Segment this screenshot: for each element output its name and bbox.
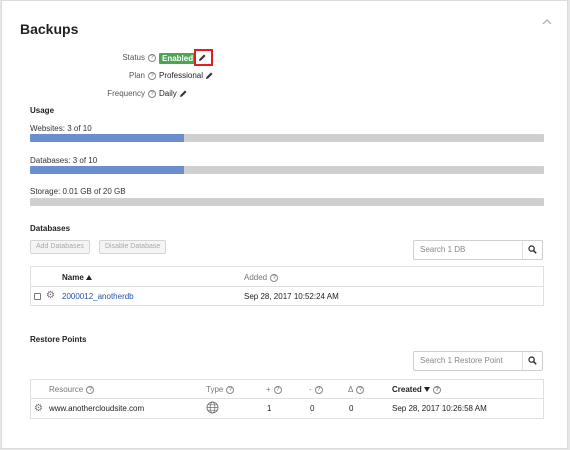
rp-col-type-header[interactable]: Type? [206,385,235,394]
status-label: Status [122,53,145,62]
resource-help-icon[interactable]: ? [86,385,95,394]
type-help-icon[interactable]: ? [226,385,235,394]
backups-panel: Backups Status? Enabled Plan? Profession… [1,0,568,449]
status-badge: Enabled [159,53,197,64]
globe-icon [206,401,219,416]
status-help-icon[interactable]: ? [148,53,156,62]
frequency-label-wrap: Frequency? [107,89,156,98]
rp-col-resource-label: Resource [49,385,84,394]
db-col-name-header[interactable]: Name [62,273,93,282]
rp-row-resource: www.anothercloudsite.com [49,404,145,413]
plus-help-icon[interactable]: ? [273,385,282,394]
databases-search [413,240,543,260]
frequency-label: Frequency [107,89,145,98]
rp-col-delta-header[interactable]: Δ? [348,385,365,394]
rp-col-minus-label: - [309,385,312,394]
plan-label: Plan [128,71,145,80]
restore-points-heading: Restore Points [30,335,87,344]
db-row-checkbox[interactable] [34,293,41,300]
usage-storage-label: Storage: 0.01 GB of 20 GB [30,187,126,196]
gear-icon[interactable]: ⚙ [34,404,43,414]
plan-row: Plan? [62,70,156,82]
restore-search [413,351,543,371]
status-row: Status? [62,52,156,64]
usage-websites-bar [30,134,544,142]
rp-col-delta-label: Δ [348,385,354,394]
created-help-icon[interactable]: ? [433,385,442,394]
plan-help-icon[interactable]: ? [148,71,156,80]
restore-points-table: Resource? Type? +? -? Δ? Created ? ⚙ www… [30,379,544,419]
usage-heading: Usage [30,106,55,115]
caret-down-icon [422,385,431,394]
rp-header-divider [31,398,543,399]
collapse-chevron-up-icon[interactable] [542,16,552,28]
databases-heading: Databases [30,224,71,233]
disable-database-button[interactable]: Disable Database [99,240,167,254]
restore-search-input[interactable] [420,356,520,365]
usage-databases-label: Databases: 3 of 10 [30,156,98,165]
db-col-added-label: Added [244,273,268,282]
db-col-name-label: Name [62,273,84,282]
databases-search-input[interactable] [420,245,520,254]
databases-table: Name Added? ⚙ 2000012_anotherdb Sep 28, … [30,266,544,306]
status-edit-pencil-icon[interactable] [198,53,207,64]
db-row-name-link[interactable]: 2000012_anotherdb [62,292,134,301]
page-title: Backups [20,21,79,37]
restore-search-button[interactable] [522,352,542,370]
rp-col-minus-header[interactable]: -? [309,385,323,394]
db-col-added-header[interactable]: Added? [244,273,279,282]
frequency-value: Daily [159,89,177,98]
rp-col-created-label: Created [392,385,422,394]
rp-col-resource-header[interactable]: Resource? [49,385,95,394]
delta-help-icon[interactable]: ? [356,385,365,394]
plan-value: Professional [159,71,204,80]
search-icon [528,244,537,256]
db-row-added: Sep 28, 2017 10:52:24 AM [244,292,339,301]
plan-label-wrap: Plan? [129,71,156,80]
plan-edit-pencil-icon[interactable] [205,71,214,82]
rp-col-plus-header[interactable]: +? [266,385,282,394]
add-databases-button[interactable]: Add Databases [30,240,90,254]
usage-websites-fill [30,134,185,142]
rp-row-minus: 0 [310,404,315,413]
usage-databases-fill [30,166,185,174]
frequency-help-icon[interactable]: ? [148,89,156,98]
added-help-icon[interactable]: ? [270,273,279,282]
rp-col-plus-label: + [266,385,271,394]
rp-row-plus: 1 [267,404,272,413]
caret-up-icon [84,273,93,282]
status-label-wrap: Status? [122,53,156,62]
frequency-edit-pencil-icon[interactable] [179,89,188,100]
db-header-divider [31,286,543,287]
search-icon [528,355,537,367]
rp-col-type-label: Type [206,385,224,394]
gear-icon[interactable]: ⚙ [46,291,55,301]
usage-databases-bar [30,166,544,174]
rp-row-created: Sep 28, 2017 10:26:58 AM [392,404,487,413]
usage-storage-bar [30,198,544,206]
rp-col-created-header[interactable]: Created ? [392,385,442,394]
rp-row-delta: 0 [349,404,354,413]
databases-search-button[interactable] [522,241,542,259]
minus-help-icon[interactable]: ? [314,385,323,394]
usage-websites-label: Websites: 3 of 10 [30,124,92,133]
frequency-row: Frequency? [62,88,156,100]
